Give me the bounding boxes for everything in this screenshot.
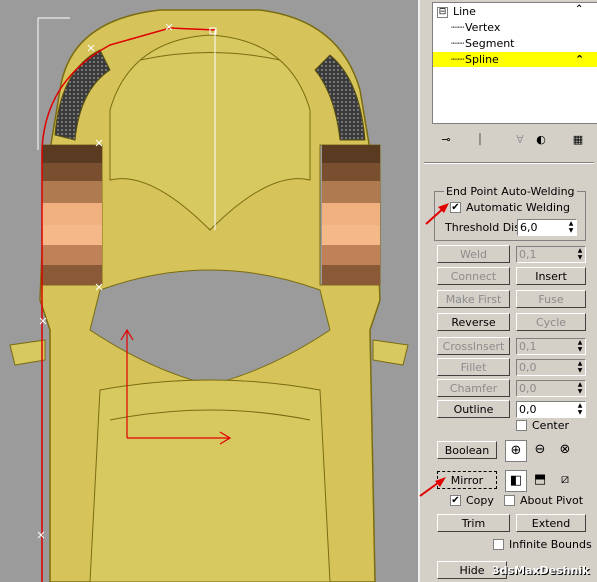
annotation-arrows: [419, 203, 449, 497]
arrow-to-automatic-welding: [425, 203, 449, 225]
watermark: 3dsMaxDeshnik: [492, 564, 590, 577]
arrow-to-mirror: [419, 477, 446, 497]
